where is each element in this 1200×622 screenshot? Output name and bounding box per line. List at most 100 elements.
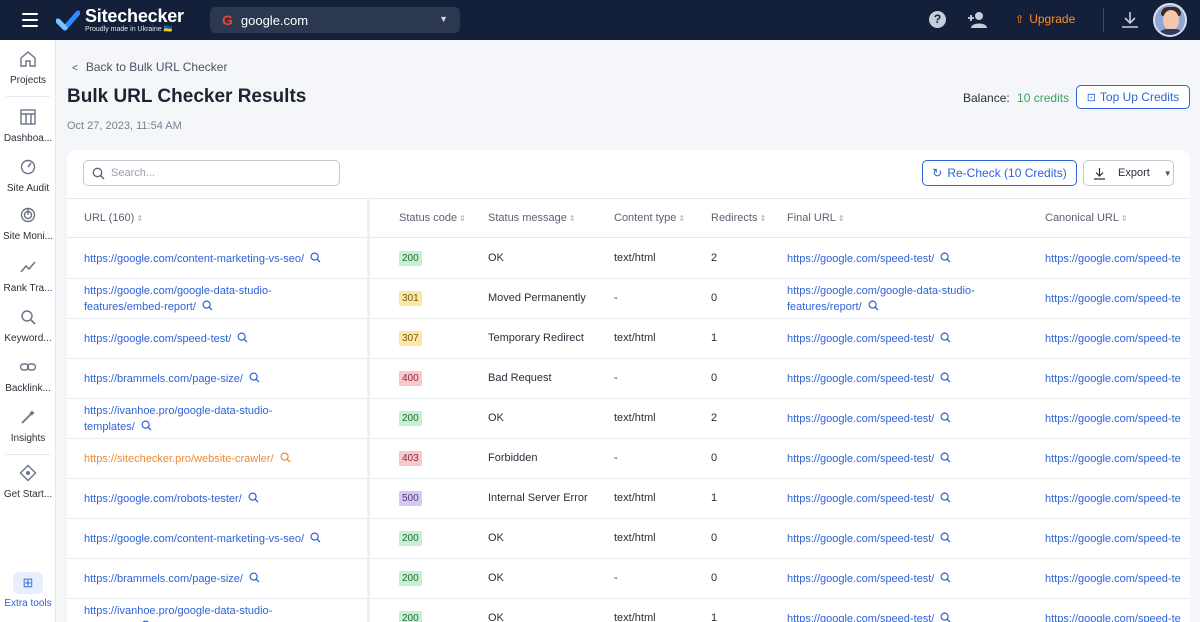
sidebar-item-label: Rank Tra... (3, 283, 53, 294)
search-box[interactable] (83, 160, 340, 186)
final-url-text: https://google.com/speed-test/ (787, 253, 935, 265)
url-link[interactable]: https://sitechecker.pro/website-crawler/ (84, 451, 291, 467)
sidebar-item-insights[interactable]: Insights (0, 408, 56, 444)
final-url-link[interactable]: https://google.com/speed-test/ (787, 491, 951, 507)
upgrade-button[interactable]: ⇧ Upgrade (1015, 12, 1075, 26)
final-url-link[interactable]: https://google.com/speed-test/ (787, 611, 951, 622)
table-row: https://ivanhoe.pro/google-data-studio-t… (67, 599, 1190, 622)
recheck-button[interactable]: ↻ Re-Check (10 Credits) (922, 160, 1077, 186)
search-input[interactable] (111, 167, 331, 179)
add-user-icon[interactable] (967, 11, 987, 29)
help-icon[interactable]: ? (929, 11, 946, 28)
canonical-url-link[interactable]: https://google.com/speed-te (1045, 571, 1190, 587)
site-selector[interactable]: G google.com ▼ (210, 7, 460, 33)
search-icon[interactable] (249, 372, 260, 383)
search-icon[interactable] (940, 412, 951, 423)
url-link[interactable]: https://google.com/robots-tester/ (84, 491, 259, 507)
column-header-canonical-url[interactable]: Canonical URL ⇕ (1045, 212, 1128, 224)
url-link[interactable]: https://google.com/google-data-studio-fe… (84, 283, 272, 315)
top-up-credits-button[interactable]: ⊡ Top Up Credits (1076, 85, 1190, 109)
final-url-link[interactable]: https://google.com/speed-test/ (787, 251, 951, 267)
final-url-text: https://google.com/speed-test/ (787, 533, 935, 545)
canonical-url-link[interactable]: https://google.com/speed-te (1045, 251, 1190, 267)
url-link[interactable]: https://ivanhoe.pro/google-data-studio-t… (84, 403, 272, 435)
logo-check-icon (56, 10, 80, 30)
column-divider (367, 198, 370, 622)
status-code-cell: 500 (399, 491, 422, 506)
sidebar-item-get-started[interactable]: Get Start... (0, 464, 56, 500)
canonical-url-link[interactable]: https://google.com/speed-te (1045, 331, 1190, 347)
final-url-link[interactable]: https://google.com/speed-test/ (787, 451, 951, 467)
sidebar-item-projects[interactable]: Projects (0, 50, 56, 86)
final-url-link[interactable]: https://google.com/speed-test/ (787, 331, 951, 347)
search-icon[interactable] (868, 300, 879, 311)
sidebar-item-dashboard[interactable]: Dashboa... (0, 108, 56, 144)
final-url-link[interactable]: https://google.com/speed-test/ (787, 371, 951, 387)
search-icon[interactable] (940, 572, 951, 583)
search-icon[interactable] (940, 492, 951, 503)
site-selector-value: google.com (240, 12, 309, 28)
canonical-url-link[interactable]: https://google.com/speed-te (1045, 371, 1190, 387)
canonical-url-link[interactable]: https://google.com/speed-te (1045, 411, 1190, 427)
column-header-status-message[interactable]: Status message ⇕ (488, 212, 576, 224)
status-badge: 301 (399, 291, 422, 306)
search-icon[interactable] (940, 332, 951, 343)
url-link[interactable]: https://google.com/content-marketing-vs-… (84, 251, 321, 267)
canonical-url-link[interactable]: https://google.com/speed-te (1045, 291, 1190, 307)
column-header-final-url[interactable]: Final URL ⇕ (787, 212, 845, 224)
balance: Balance: 10 credits (963, 91, 1069, 105)
url-text: https://ivanhoe.pro/google-data-studio- (84, 605, 273, 617)
back-link[interactable]: < Back to Bulk URL Checker (72, 60, 227, 74)
sidebar-item-backlinks[interactable]: Backlink... (0, 358, 56, 394)
final-url-link[interactable]: https://google.com/google-data-studio-fe… (787, 283, 975, 315)
final-url-text: https://google.com/speed-test/ (787, 453, 935, 465)
search-icon[interactable] (280, 452, 291, 463)
content-type: text/html (614, 492, 656, 504)
sidebar-item-extra-tools[interactable]: ⊞ Extra tools (0, 572, 56, 609)
url-link[interactable]: https://google.com/speed-test/ (84, 331, 248, 347)
status-badge: 400 (399, 371, 422, 386)
download-icon[interactable] (1121, 11, 1139, 29)
column-header-status-code[interactable]: Status code ⇕ (399, 212, 466, 224)
logo[interactable]: Sitechecker Proudly made in Ukraine 🇺🇦 (56, 7, 184, 34)
sidebar-item-site-audit[interactable]: Site Audit (0, 158, 56, 194)
sidebar-item-rank-tracker[interactable]: Rank Tra... (0, 258, 56, 294)
export-button[interactable]: Export ▼ (1083, 160, 1174, 186)
url-link[interactable]: https://brammels.com/page-size/ (84, 571, 260, 587)
url-link[interactable]: https://ivanhoe.pro/google-data-studio-t… (84, 603, 272, 622)
final-url-link[interactable]: https://google.com/speed-test/ (787, 571, 951, 587)
url-link[interactable]: https://brammels.com/page-size/ (84, 371, 260, 387)
menu-icon[interactable] (22, 13, 38, 27)
sidebar-item-keywords[interactable]: Keyword... (0, 308, 56, 344)
status-badge: 307 (399, 331, 422, 346)
search-icon[interactable] (202, 300, 213, 311)
search-icon[interactable] (940, 252, 951, 263)
canonical-url-link[interactable]: https://google.com/speed-te (1045, 491, 1190, 507)
final-url-link[interactable]: https://google.com/speed-test/ (787, 531, 951, 547)
final-url-link[interactable]: https://google.com/speed-test/ (787, 411, 951, 427)
search-icon[interactable] (248, 492, 259, 503)
url-link[interactable]: https://google.com/content-marketing-vs-… (84, 531, 321, 547)
search-icon[interactable] (310, 252, 321, 263)
search-icon[interactable] (141, 420, 152, 431)
table-header: URL (160) ⇕ Status code ⇕ Status message ⇕ … (67, 198, 1190, 238)
canonical-url-link[interactable]: https://google.com/speed-te (1045, 611, 1190, 622)
url-text: https://brammels.com/page-size/ (84, 573, 243, 585)
sort-icon: ⇕ (759, 214, 767, 223)
column-header-url[interactable]: URL (160) ⇕ (84, 212, 143, 224)
sidebar-item-site-monitoring[interactable]: Site Moni... (0, 206, 56, 242)
topbar-divider (1103, 8, 1104, 32)
search-icon[interactable] (249, 572, 260, 583)
search-icon[interactable] (237, 332, 248, 343)
search-icon[interactable] (940, 372, 951, 383)
column-header-redirects[interactable]: Redirects ⇕ (711, 212, 766, 224)
avatar[interactable] (1153, 3, 1187, 37)
final-url-text: https://google.com/google-data-studio- (787, 285, 975, 297)
canonical-url-link[interactable]: https://google.com/speed-te (1045, 451, 1190, 467)
search-icon[interactable] (940, 612, 951, 622)
search-icon[interactable] (940, 532, 951, 543)
search-icon[interactable] (310, 532, 321, 543)
search-icon[interactable] (940, 452, 951, 463)
column-header-content-type[interactable]: Content type ⇕ (614, 212, 685, 224)
canonical-url-link[interactable]: https://google.com/speed-te (1045, 531, 1190, 547)
